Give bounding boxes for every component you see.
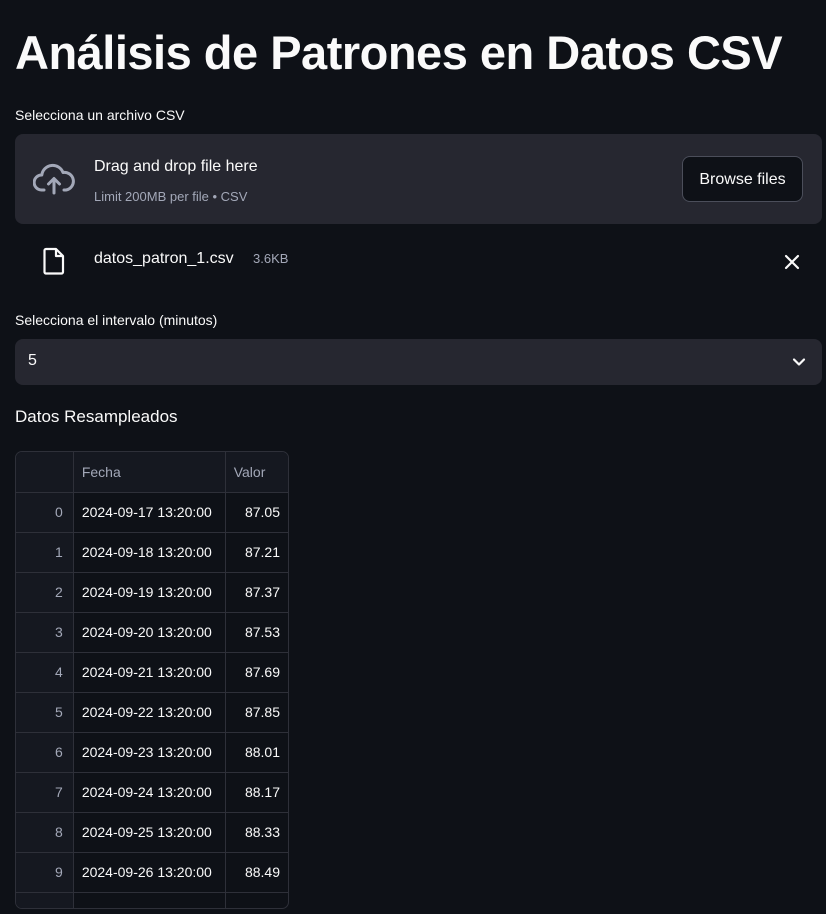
fecha-cell[interactable]: 2024-09-18 13:20:00 xyxy=(73,532,226,573)
uploaded-file-size: 3.6KB xyxy=(253,251,289,266)
column-header-index[interactable] xyxy=(16,452,74,493)
browse-files-button[interactable]: Browse files xyxy=(682,156,803,202)
row-index-cell[interactable]: 8 xyxy=(16,812,74,853)
column-header-valor[interactable]: Valor xyxy=(225,452,288,493)
interval-select-label: Selecciona el intervalo (minutos) xyxy=(15,312,218,328)
fecha-cell[interactable]: 2024-09-26 13:20:00 xyxy=(73,852,226,893)
table-row[interactable]: 7 2024-09-24 13:20:00 88.17 xyxy=(16,772,288,813)
table-row[interactable]: 9 2024-09-26 13:20:00 88.49 xyxy=(16,852,288,893)
row-index-cell[interactable]: 9 xyxy=(16,852,74,893)
uploaded-file-name: datos_patron_1.csv xyxy=(94,250,234,267)
table-row[interactable]: 0 2024-09-17 13:20:00 87.05 xyxy=(16,492,288,533)
file-icon xyxy=(43,247,65,275)
fecha-cell[interactable]: 2024-09-22 13:20:00 xyxy=(73,692,226,733)
row-index-cell[interactable]: 2 xyxy=(16,572,74,613)
table-row[interactable]: 1 2024-09-18 13:20:00 87.21 xyxy=(16,532,288,573)
table-row[interactable]: 8 2024-09-25 13:20:00 88.33 xyxy=(16,812,288,853)
app-page: Análisis de Patrones en Datos CSV Selecc… xyxy=(0,0,826,914)
dropzone-instructions: Drag and drop file here xyxy=(94,158,258,175)
fecha-cell[interactable]: 2024-09-23 13:20:00 xyxy=(73,732,226,773)
row-index-cell[interactable]: 1 xyxy=(16,532,74,573)
valor-cell[interactable]: 87.37 xyxy=(225,572,288,613)
table-row[interactable]: 5 2024-09-22 13:20:00 87.85 xyxy=(16,692,288,733)
valor-cell[interactable]: 87.05 xyxy=(225,492,288,533)
valor-cell[interactable]: 87.85 xyxy=(225,692,288,733)
valor-cell[interactable]: 88.33 xyxy=(225,812,288,853)
close-icon[interactable] xyxy=(782,252,802,272)
valor-cell[interactable]: 87.21 xyxy=(225,532,288,573)
cloud-upload-icon xyxy=(33,163,75,195)
fecha-cell[interactable] xyxy=(73,892,226,908)
resampled-data-heading: Datos Resampleados xyxy=(15,407,178,426)
valor-cell[interactable]: 88.01 xyxy=(225,732,288,773)
row-index-cell[interactable]: 6 xyxy=(16,732,74,773)
row-index-cell[interactable]: 4 xyxy=(16,652,74,693)
file-uploader-label: Selecciona un archivo CSV xyxy=(15,107,185,123)
row-index-cell[interactable]: 0 xyxy=(16,492,74,533)
row-index-cell[interactable]: 7 xyxy=(16,772,74,813)
chevron-down-icon xyxy=(792,358,806,366)
fecha-cell[interactable]: 2024-09-17 13:20:00 xyxy=(73,492,226,533)
page-title: Análisis de Patrones en Datos CSV xyxy=(15,26,783,79)
row-index-cell[interactable] xyxy=(16,892,74,908)
uploaded-file-item: datos_patron_1.csv 3.6KB xyxy=(15,240,822,284)
row-index-cell[interactable]: 3 xyxy=(16,612,74,653)
table-row[interactable] xyxy=(16,892,288,908)
table-header-row: Fecha Valor xyxy=(16,452,288,493)
table-row[interactable]: 4 2024-09-21 13:20:00 87.69 xyxy=(16,652,288,693)
row-index-cell[interactable]: 5 xyxy=(16,692,74,733)
fecha-cell[interactable]: 2024-09-20 13:20:00 xyxy=(73,612,226,653)
table-row[interactable]: 6 2024-09-23 13:20:00 88.01 xyxy=(16,732,288,773)
interval-select[interactable]: 5 xyxy=(15,339,822,385)
valor-cell[interactable]: 87.69 xyxy=(225,652,288,693)
fecha-cell[interactable]: 2024-09-25 13:20:00 xyxy=(73,812,226,853)
valor-cell[interactable]: 88.17 xyxy=(225,772,288,813)
file-dropzone[interactable]: Drag and drop file here Limit 200MB per … xyxy=(15,134,822,224)
interval-select-value: 5 xyxy=(28,352,37,369)
fecha-cell[interactable]: 2024-09-21 13:20:00 xyxy=(73,652,226,693)
dropzone-limit-text: Limit 200MB per file • CSV xyxy=(94,189,248,204)
valor-cell[interactable]: 87.53 xyxy=(225,612,288,653)
column-header-fecha[interactable]: Fecha xyxy=(73,452,226,493)
fecha-cell[interactable]: 2024-09-19 13:20:00 xyxy=(73,572,226,613)
table-row[interactable]: 3 2024-09-20 13:20:00 87.53 xyxy=(16,612,288,653)
valor-cell[interactable]: 88.49 xyxy=(225,852,288,893)
resampled-data-table[interactable]: Fecha Valor 0 2024-09-17 13:20:00 87.05 1 20… xyxy=(15,451,289,909)
table-row[interactable]: 2 2024-09-19 13:20:00 87.37 xyxy=(16,572,288,613)
fecha-cell[interactable]: 2024-09-24 13:20:00 xyxy=(73,772,226,813)
valor-cell[interactable] xyxy=(225,892,288,908)
